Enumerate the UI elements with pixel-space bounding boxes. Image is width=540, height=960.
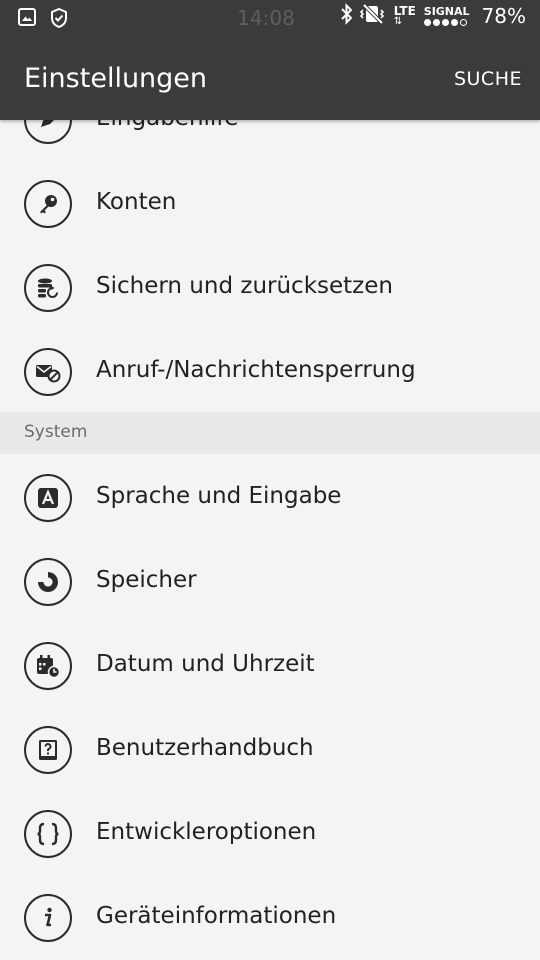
section-header-system: System xyxy=(0,412,540,454)
section-title: System xyxy=(24,422,88,442)
signal-strength-icon xyxy=(423,19,470,26)
settings-item-label: Entwickleroptionen xyxy=(96,819,317,845)
backup-icon xyxy=(24,264,72,312)
settings-item-label: Geräteinformationen xyxy=(96,903,337,929)
signal-label: SIGNAL xyxy=(423,5,470,18)
settings-item-developer-options[interactable]: Entwickleroptionen xyxy=(0,792,540,876)
settings-item-backup-reset[interactable]: Sichern und zurücksetzen xyxy=(0,246,540,330)
settings-item-label: Datum und Uhrzeit xyxy=(96,651,315,677)
accessibility-icon xyxy=(24,120,72,144)
settings-item-call-block[interactable]: Anruf-/Nachrichtensperrung xyxy=(0,330,540,414)
settings-item-label: Sichern und zurücksetzen xyxy=(96,273,393,299)
page-title: Einstellungen xyxy=(24,63,208,94)
status-bar: 14:08 LTE ⇅ SIGNAL 78% xyxy=(0,0,540,36)
developer-icon xyxy=(24,810,72,858)
settings-item-label: Sprache und Eingabe xyxy=(96,483,342,509)
settings-item-label: Konten xyxy=(96,189,177,215)
settings-item-label: Anruf-/Nachrichtensperrung xyxy=(96,357,416,383)
settings-item-storage[interactable]: Speicher xyxy=(0,540,540,624)
settings-item-label: Eingabehilfe xyxy=(96,120,239,131)
key-icon xyxy=(24,180,72,228)
settings-item-user-manual[interactable]: Benutzerhandbuch xyxy=(0,708,540,792)
settings-item-label: Speicher xyxy=(96,567,197,593)
settings-item-device-info[interactable]: Geräteinformationen xyxy=(0,876,540,960)
calendar-clock-icon xyxy=(24,642,72,690)
settings-item-accounts[interactable]: Konten xyxy=(0,162,540,246)
settings-item-language-input[interactable]: Sprache und Eingabe xyxy=(0,456,540,540)
block-icon xyxy=(24,348,72,396)
vibrate-icon xyxy=(359,3,386,29)
settings-item-date-time[interactable]: Datum und Uhrzeit xyxy=(0,624,540,708)
language-icon xyxy=(24,474,72,522)
info-icon xyxy=(24,894,72,942)
signal-indicator: SIGNAL xyxy=(423,5,470,26)
network-indicator: LTE ⇅ xyxy=(394,5,416,27)
settings-list: Eingabehilfe Konten Sichern und zurückse… xyxy=(0,120,540,960)
manual-icon xyxy=(24,726,72,774)
settings-item-label: Benutzerhandbuch xyxy=(96,735,314,761)
storage-icon xyxy=(24,558,72,606)
bluetooth-icon xyxy=(340,3,354,29)
data-arrows-icon: ⇅ xyxy=(393,16,403,27)
app-bar: Einstellungen SUCHE xyxy=(0,36,540,120)
search-button[interactable]: SUCHE xyxy=(454,68,522,90)
battery-level: 78% xyxy=(481,4,526,28)
status-bar-right: LTE ⇅ SIGNAL 78% xyxy=(340,3,526,29)
settings-item-accessibility[interactable]: Eingabehilfe xyxy=(0,120,540,162)
